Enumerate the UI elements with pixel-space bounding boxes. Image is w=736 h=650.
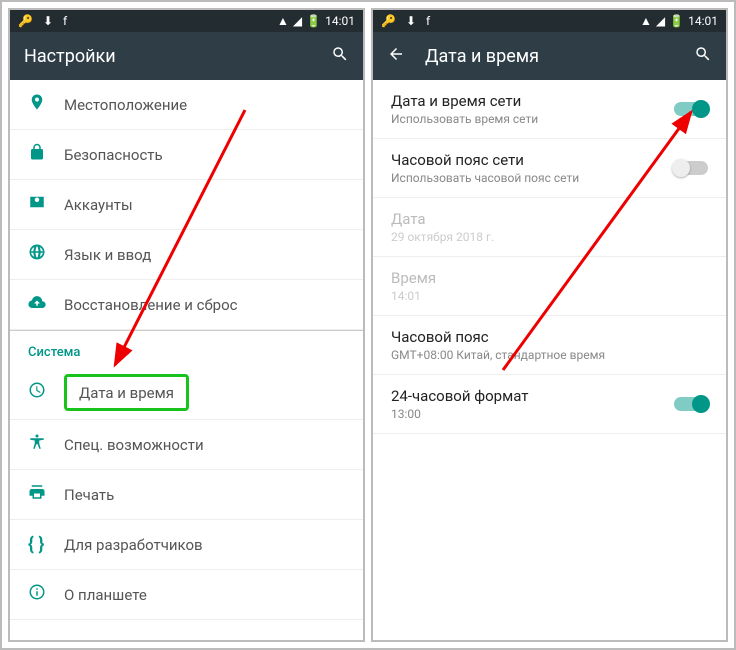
facebook-icon: f — [63, 14, 67, 28]
download-icon: ⬇ — [406, 14, 416, 28]
row-label: Восстановление и сброс — [64, 296, 237, 314]
row-label: Аккаунты — [64, 196, 133, 214]
row-timezone[interactable]: Часовой пояс GMT+08:00 Китай, стандартно… — [373, 316, 726, 375]
row-date: Дата 29 октября 2018 г. — [373, 198, 726, 257]
setting-sub: Использовать время сети — [391, 112, 674, 126]
clock-icon — [28, 381, 64, 404]
row-language[interactable]: Язык и ввод — [10, 230, 363, 280]
row-accessibility[interactable]: Спец. возможности — [10, 420, 363, 470]
row-label: Местоположение — [64, 96, 187, 114]
download-icon: ⬇ — [43, 14, 53, 28]
setting-title: Дата и время сети — [391, 92, 674, 110]
setting-sub: 13:00 — [391, 407, 674, 421]
datetime-settings: Дата и время сети Использовать время сет… — [373, 80, 726, 640]
setting-title: Часовой пояс сети — [391, 151, 674, 169]
braces-icon: { } — [28, 534, 64, 555]
highlight-box: Дата и время — [64, 374, 189, 411]
row-24h[interactable]: 24-часовой формат 13:00 — [373, 375, 726, 434]
setting-title: Время — [391, 269, 708, 287]
signal-icon: ◢ — [656, 14, 665, 28]
setting-title: Часовой пояс — [391, 328, 708, 346]
right-screen: 🔑 ⬇ f ▲ ◢ 🔋 14:01 Дата и время — [371, 8, 728, 642]
page-title: Дата и время — [425, 46, 539, 67]
section-header: Система — [10, 330, 363, 366]
row-about[interactable]: О планшете — [10, 570, 363, 620]
row-developer[interactable]: { } Для разработчиков — [10, 520, 363, 570]
row-label: Спец. возможности — [64, 436, 204, 454]
row-backup[interactable]: Восстановление и сброс — [10, 280, 363, 330]
setting-title: 24-часовой формат — [391, 387, 674, 405]
status-time: 14:01 — [688, 14, 718, 28]
status-bar: 🔑 ⬇ f ▲ ◢ 🔋 14:01 — [10, 10, 363, 32]
setting-sub: 14:01 — [391, 289, 708, 303]
action-bar: Настройки — [10, 32, 363, 80]
action-bar: Дата и время — [373, 32, 726, 80]
row-security[interactable]: Безопасность — [10, 130, 363, 180]
location-icon — [28, 93, 64, 116]
facebook-icon: f — [426, 14, 430, 28]
row-network-tz[interactable]: Часовой пояс сети Использовать часовой п… — [373, 139, 726, 198]
accessibility-icon — [28, 433, 64, 456]
row-label: Безопасность — [64, 146, 163, 164]
setting-title: Дата — [391, 210, 708, 228]
toggle-network-tz[interactable] — [674, 161, 708, 175]
setting-sub: GMT+08:00 Китай, стандартное время — [391, 348, 708, 362]
battery-icon: 🔋 — [669, 14, 684, 28]
setting-sub: 29 октября 2018 г. — [391, 230, 708, 244]
toggle-24h[interactable] — [674, 397, 708, 411]
setting-sub: Использовать часовой пояс сети — [391, 171, 674, 185]
account-icon — [28, 193, 64, 216]
row-network-time[interactable]: Дата и время сети Использовать время сет… — [373, 80, 726, 139]
row-print[interactable]: Печать — [10, 470, 363, 520]
row-label: Печать — [64, 486, 114, 504]
wifi-icon: ▲ — [277, 14, 289, 28]
lock-icon — [28, 143, 64, 166]
settings-list: Местоположение Безопасность Аккаунты Язы… — [10, 80, 363, 640]
backup-icon — [28, 293, 64, 316]
battery-icon: 🔋 — [306, 14, 321, 28]
status-bar: 🔑 ⬇ f ▲ ◢ 🔋 14:01 — [373, 10, 726, 32]
signal-icon: ◢ — [293, 14, 302, 28]
row-label: Дата и время — [79, 384, 174, 402]
row-label: Язык и ввод — [64, 246, 151, 264]
globe-icon — [28, 243, 64, 266]
print-icon — [28, 483, 64, 506]
page-title: Настройки — [24, 46, 116, 67]
key-icon: 🔑 — [18, 14, 33, 28]
search-icon[interactable] — [694, 45, 712, 67]
row-label: О планшете — [64, 586, 147, 604]
key-icon: 🔑 — [381, 14, 396, 28]
row-label: Для разработчиков — [64, 536, 203, 554]
row-location[interactable]: Местоположение — [10, 80, 363, 130]
row-datetime[interactable]: Дата и время — [10, 366, 363, 420]
left-screen: 🔑 ⬇ f ▲ ◢ 🔋 14:01 Настройки Местопол — [8, 8, 365, 642]
row-time: Время 14:01 — [373, 257, 726, 316]
row-accounts[interactable]: Аккаунты — [10, 180, 363, 230]
wifi-icon: ▲ — [640, 14, 652, 28]
search-icon[interactable] — [331, 45, 349, 67]
status-time: 14:01 — [325, 14, 355, 28]
back-icon[interactable] — [387, 45, 405, 67]
toggle-network-time[interactable] — [674, 102, 708, 116]
info-icon — [28, 583, 64, 606]
